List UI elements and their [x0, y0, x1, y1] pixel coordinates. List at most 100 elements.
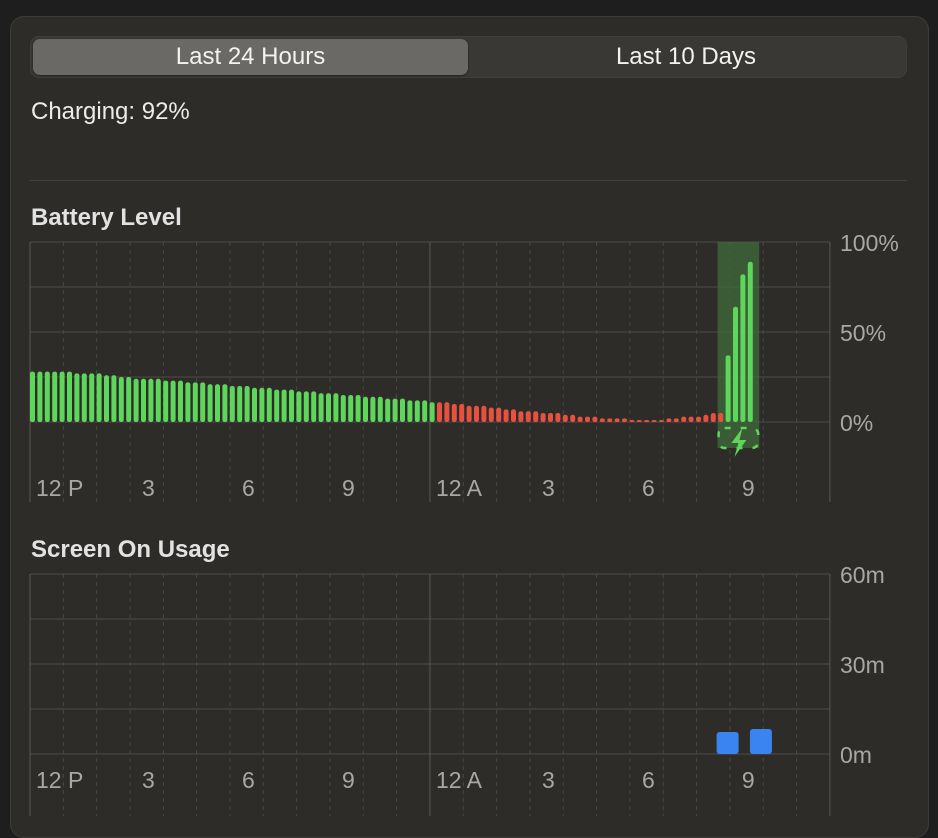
battery-bar: [363, 396, 368, 422]
battery-bar: [562, 414, 568, 422]
battery-bar: [459, 404, 465, 422]
battery-bar: [377, 396, 383, 422]
battery-bar: [141, 378, 146, 422]
battery-bar: [215, 384, 220, 422]
battery-bar: [725, 355, 731, 422]
battery-bar: [237, 386, 243, 422]
battery-bar: [178, 380, 183, 422]
battery-bar: [451, 404, 457, 422]
battery-bar: [266, 387, 272, 422]
battery-bar: [259, 387, 265, 422]
battery-bar: [407, 400, 413, 422]
battery-bar: [89, 373, 95, 422]
battery-bar: [422, 400, 428, 422]
battery-bar: [30, 371, 35, 422]
battery-bar: [481, 405, 487, 422]
battery-bar: [37, 371, 43, 422]
battery-bar: [577, 416, 583, 422]
battery-bar: [644, 420, 650, 422]
screen-x-tick-label: 12 A: [436, 767, 483, 793]
battery-bar: [414, 400, 420, 422]
battery-bar: [229, 386, 235, 422]
battery-bar: [74, 373, 80, 422]
battery-bar: [155, 378, 161, 422]
battery-bar: [629, 420, 635, 422]
battery-bar: [696, 416, 701, 422]
screen-x-tick-label: 6: [642, 767, 655, 793]
battery-bar: [651, 420, 657, 422]
battery-bar: [333, 393, 339, 422]
battery-bar: [126, 377, 132, 422]
battery-bar: [118, 377, 124, 422]
battery-bar: [474, 405, 479, 422]
battery-bar: [318, 393, 324, 422]
battery-bar: [385, 398, 391, 422]
battery-bar: [296, 391, 302, 422]
battery-x-tick-label: 12 A: [436, 475, 483, 501]
battery-x-tick-label: 9: [342, 475, 355, 501]
battery-bar: [688, 416, 694, 422]
battery-bar: [518, 411, 524, 422]
battery-bar: [733, 306, 738, 422]
battery-bar: [540, 413, 546, 422]
battery-bar: [429, 402, 435, 422]
battery-bar: [355, 395, 361, 422]
screen-x-tick-label: 3: [542, 767, 555, 793]
screen-usage-bar: [749, 729, 772, 754]
battery-bar: [592, 416, 598, 422]
battery-bar: [311, 391, 317, 422]
battery-bar: [673, 418, 679, 422]
battery-bar: [466, 405, 472, 422]
battery-bar: [607, 418, 613, 422]
battery-x-tick-label: 9: [742, 475, 755, 501]
battery-bar: [703, 414, 709, 422]
battery-bar: [533, 411, 539, 422]
screen-y-label-30m: 30m: [840, 652, 885, 678]
battery-bar: [555, 413, 561, 422]
battery-bar: [400, 398, 405, 422]
battery-x-tick-label: 6: [642, 475, 655, 501]
battery-bar: [585, 416, 590, 422]
screen-x-tick-label: 9: [342, 767, 355, 793]
battery-bar: [747, 261, 753, 422]
battery-bar: [599, 418, 605, 422]
battery-bar: [496, 407, 502, 422]
battery-bar: [244, 386, 250, 422]
battery-y-label-0: 0%: [840, 410, 873, 436]
battery-bar: [622, 418, 627, 422]
battery-y-label-100: 100%: [840, 230, 899, 256]
battery-x-tick-label: 3: [142, 475, 155, 501]
battery-bar: [59, 371, 65, 422]
battery-bar: [52, 371, 58, 422]
battery-bar: [133, 378, 139, 422]
battery-bar: [170, 380, 176, 422]
screen-x-tick-label: 6: [242, 767, 255, 793]
battery-bar: [163, 380, 169, 422]
charts-canvas: 100% 50% 0% 60m 30m 0m 12 P 3 6 9 12 A 3 6 9 12…: [29, 230, 899, 816]
battery-bar: [111, 375, 117, 422]
battery-bar: [444, 402, 450, 422]
battery-bar: [488, 407, 494, 422]
battery-bar: [200, 382, 206, 422]
battery-bar: [525, 411, 531, 422]
battery-bar: [252, 387, 257, 422]
battery-bar: [570, 414, 576, 422]
screen-usage-bar: [716, 732, 739, 754]
battery-bar: [67, 371, 72, 422]
battery-bar: [207, 384, 213, 422]
battery-bar: [281, 389, 287, 422]
battery-bar: [511, 409, 516, 422]
charging-band: [717, 242, 760, 448]
battery-bar: [185, 382, 191, 422]
battery-bar: [666, 418, 672, 422]
battery-bar: [104, 375, 109, 422]
battery-bar: [614, 418, 620, 422]
battery-bar: [392, 398, 398, 422]
battery-bar: [289, 389, 294, 422]
battery-bar: [681, 416, 687, 422]
battery-bar: [44, 371, 50, 422]
battery-bar: [222, 384, 228, 422]
screen-y-label-60m: 60m: [840, 562, 885, 588]
battery-bar: [148, 378, 154, 422]
battery-bar: [340, 395, 346, 422]
